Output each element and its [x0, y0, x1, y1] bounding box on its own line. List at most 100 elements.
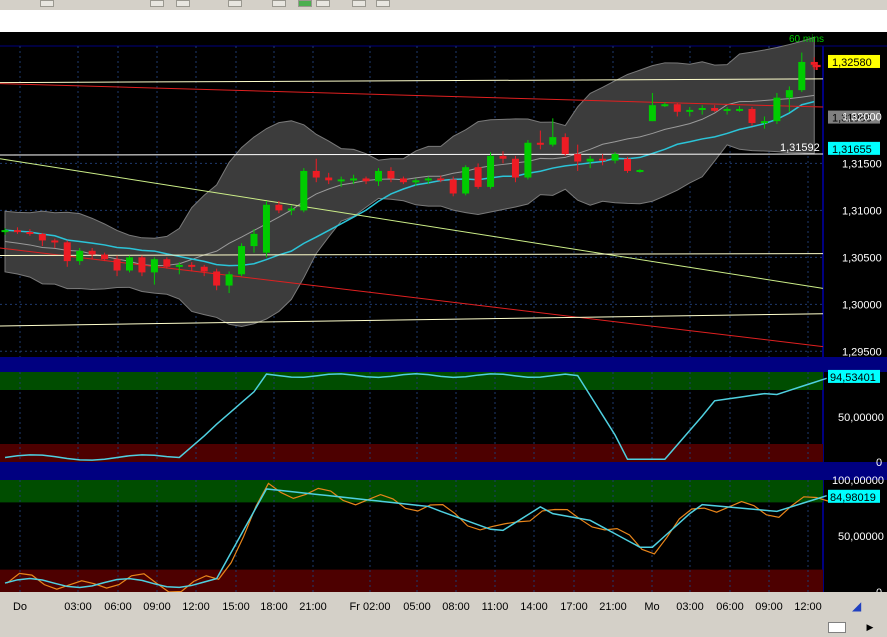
x-tick-label: 17:00 — [560, 601, 588, 613]
scroll-right-icon[interactable]: ▶ — [862, 621, 878, 633]
candle[interactable] — [238, 246, 246, 275]
candle[interactable] — [138, 257, 146, 273]
toolbar-button[interactable] — [352, 0, 366, 7]
price-tag-label: 1,32580 — [832, 57, 872, 69]
toolbar-button[interactable] — [176, 0, 190, 7]
candle[interactable] — [462, 167, 470, 194]
candle[interactable] — [188, 264, 196, 267]
candle[interactable] — [711, 108, 719, 111]
candle[interactable] — [275, 204, 283, 211]
candle[interactable] — [337, 179, 345, 182]
candle[interactable] — [63, 242, 71, 262]
candle[interactable] — [399, 178, 407, 183]
candle[interactable] — [225, 274, 233, 286]
horizontal-scrollbar[interactable]: ▶ — [0, 619, 887, 635]
candle[interactable] — [38, 233, 46, 241]
toolbar-button[interactable] — [40, 0, 54, 7]
y-tick-label: 1,31500 — [842, 158, 882, 170]
candle[interactable] — [487, 155, 495, 187]
x-tick-label: 03:00 — [64, 601, 92, 613]
overbought-zone — [0, 480, 823, 503]
toolbar-button[interactable] — [272, 0, 286, 7]
candle[interactable] — [175, 264, 183, 267]
candle[interactable] — [748, 108, 756, 124]
candle[interactable] — [126, 257, 133, 271]
scroll-thumb[interactable] — [828, 622, 846, 633]
candle[interactable] — [26, 232, 34, 234]
candle[interactable] — [325, 177, 333, 181]
candle[interactable] — [449, 179, 457, 194]
candle[interactable] — [474, 167, 482, 187]
toolbar-button[interactable] — [228, 0, 242, 7]
x-axis: Do 03:00 06:00 09:00 12:00 15:00 18:00 21:00 Fr … — [0, 592, 887, 617]
x-tick-label: 06:00 — [716, 601, 744, 613]
candle[interactable] — [648, 105, 656, 122]
candle[interactable] — [511, 158, 519, 178]
candle[interactable] — [499, 155, 507, 159]
candle[interactable] — [536, 142, 544, 145]
candle[interactable] — [150, 259, 158, 273]
candle[interactable] — [350, 178, 358, 181]
candle[interactable] — [287, 208, 295, 211]
candle[interactable] — [661, 104, 669, 107]
candle[interactable] — [312, 170, 320, 178]
price-panel[interactable]: 1,325801,319881,316551,3159260 mins✚1,32… — [0, 34, 887, 592]
candle[interactable] — [686, 109, 694, 112]
candle[interactable] — [424, 178, 432, 181]
candle[interactable] — [412, 180, 420, 183]
candle[interactable] — [362, 178, 370, 182]
oscillator-panel-2[interactable]: 84,98019100,0000050,000000 — [0, 475, 884, 599]
x-tick-label: 14:00 — [520, 601, 548, 613]
candle[interactable] — [773, 97, 781, 122]
y-tick-label: 1,32000 — [842, 111, 882, 123]
candle[interactable] — [561, 137, 569, 155]
toolbar-button[interactable] — [298, 0, 312, 7]
candle[interactable] — [250, 233, 258, 247]
x-tick-label: 08:00 — [442, 601, 470, 613]
symbol-strip — [0, 10, 887, 33]
chart-window[interactable]: 1,32580 1,31988 1,31655 1,31592 60 mins ✚ 1,32… — [0, 32, 887, 617]
candle[interactable] — [375, 170, 382, 182]
draw-tool-icon[interactable]: ◢ — [852, 599, 862, 613]
candle[interactable] — [611, 154, 619, 161]
candle[interactable] — [262, 204, 270, 253]
candle[interactable] — [113, 259, 121, 271]
candle[interactable] — [76, 250, 84, 262]
hline-yellow — [0, 313, 824, 327]
candle[interactable] — [549, 137, 557, 145]
candle[interactable] — [213, 271, 221, 286]
toolbar-button[interactable] — [150, 0, 164, 7]
x-tick-label: 06:00 — [104, 601, 132, 613]
candle[interactable] — [723, 108, 731, 111]
candle[interactable] — [599, 158, 607, 161]
candle[interactable] — [760, 121, 768, 124]
oscillator-panel-1[interactable]: 94,53401 50,00000 0 — [0, 369, 884, 469]
candle[interactable] — [698, 108, 706, 110]
toolbar-button[interactable] — [376, 0, 390, 7]
candle[interactable] — [437, 178, 445, 181]
toolbar-button[interactable] — [316, 0, 330, 7]
chart-svg[interactable]: 1,325801,319881,316551,3159260 mins✚1,32… — [0, 32, 887, 617]
candle[interactable] — [586, 158, 594, 162]
candle[interactable] — [387, 170, 395, 179]
candle[interactable] — [636, 170, 644, 172]
candle[interactable] — [673, 104, 681, 112]
candle[interactable] — [88, 250, 96, 255]
candle[interactable] — [101, 254, 109, 260]
candle[interactable] — [163, 259, 171, 267]
candle[interactable] — [51, 240, 59, 243]
price-marker-icon: ✚ — [812, 61, 821, 73]
candle[interactable] — [736, 108, 744, 111]
candle[interactable] — [798, 61, 806, 91]
candle[interactable] — [200, 266, 208, 272]
candle[interactable] — [574, 154, 582, 162]
candle[interactable] — [624, 158, 631, 171]
candle[interactable] — [785, 90, 793, 98]
x-tick-label: 09:00 — [755, 601, 783, 613]
x-tick-label: 12:00 — [182, 601, 210, 613]
candle[interactable] — [1, 230, 9, 233]
x-tick-label: 21:00 — [599, 601, 627, 613]
candle[interactable] — [524, 142, 532, 178]
candle[interactable] — [300, 170, 308, 211]
candle[interactable] — [13, 230, 21, 233]
